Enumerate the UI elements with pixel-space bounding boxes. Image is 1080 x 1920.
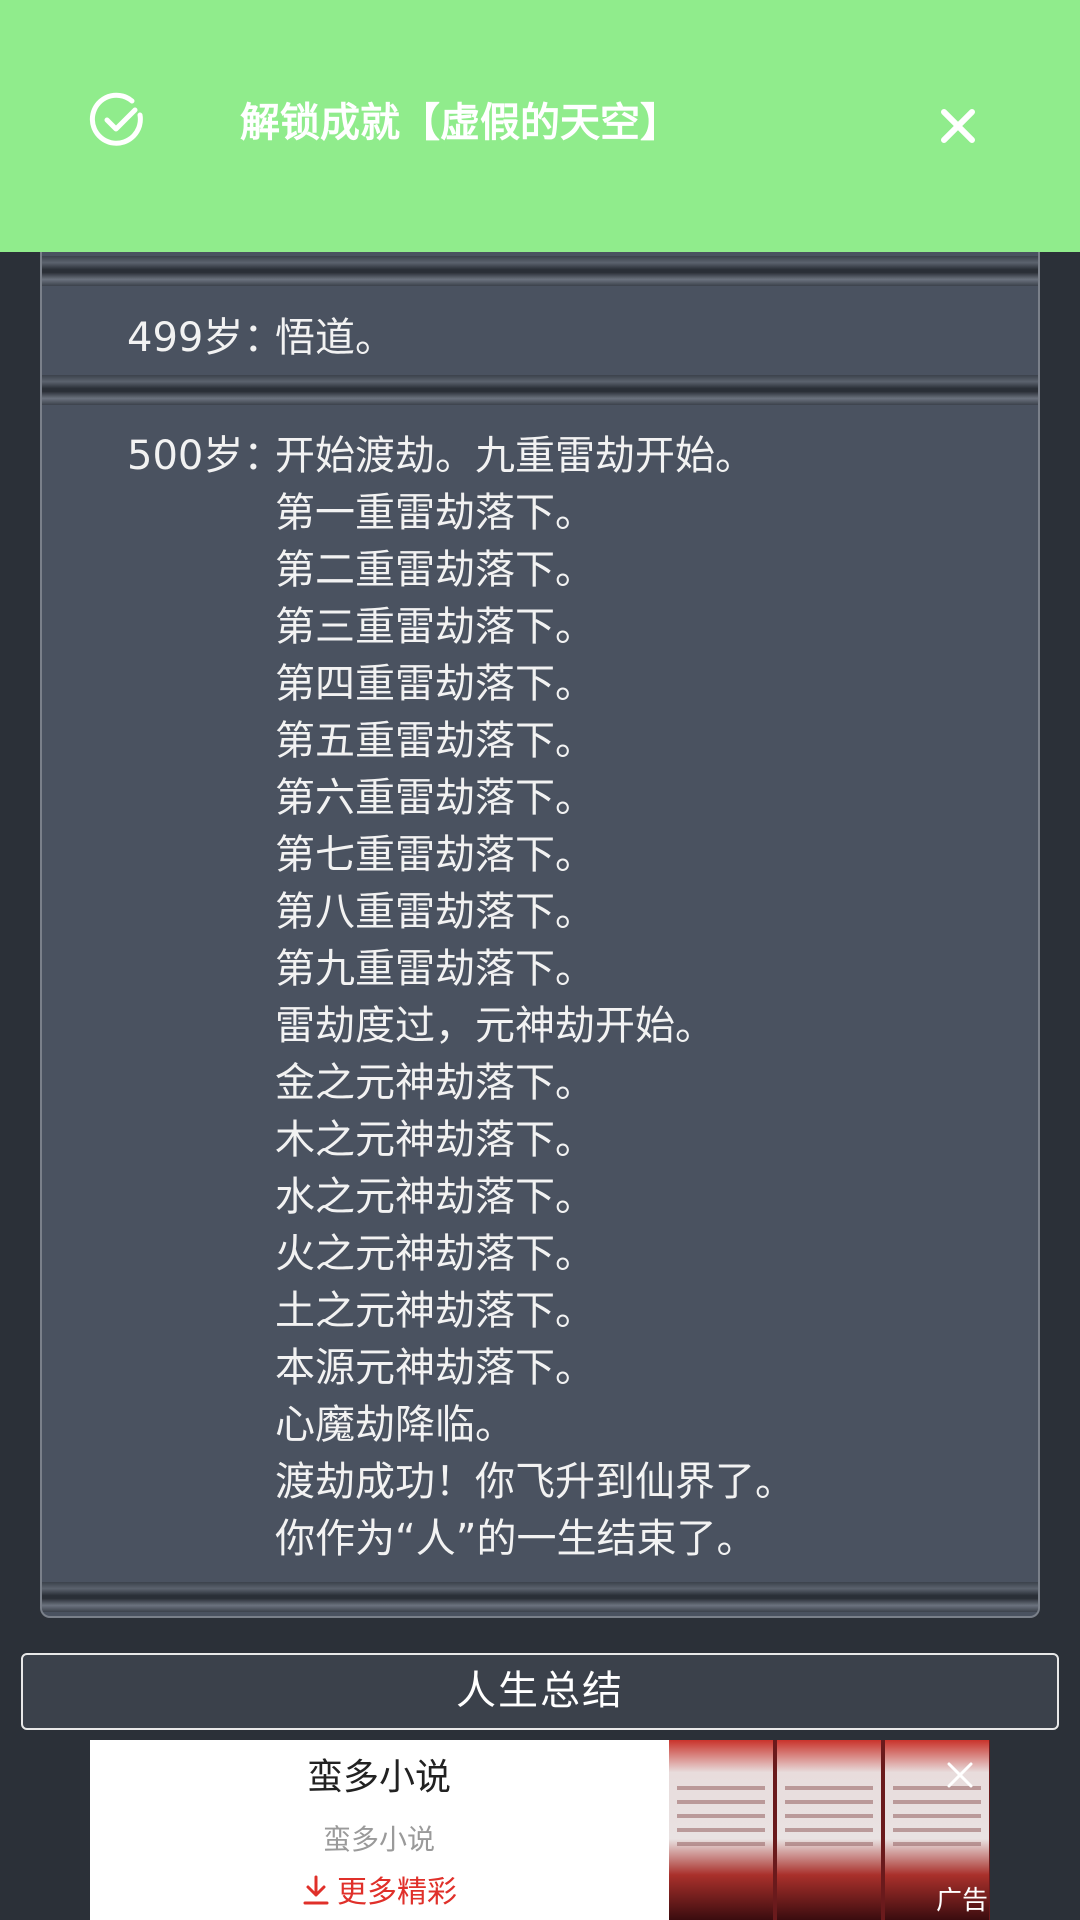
ad-thumbnail <box>777 1740 881 1920</box>
ad-more-link[interactable]: 更多精彩 <box>90 1872 668 1914</box>
entry-line: 第七重雷劫落下。 <box>275 832 595 878</box>
life-log-panel[interactable]: 499岁： 悟道。 500岁： 开始渡劫。九重雷劫开始。 第一重雷劫落下。 第二… <box>40 200 1040 1618</box>
entry-line: 你作为“人”的一生结束了。 <box>275 1516 757 1562</box>
close-icon[interactable] <box>938 106 978 146</box>
ad-banner[interactable]: 蛮多小说 蛮多小说 更多精彩 广告 <box>90 1740 990 1920</box>
check-circle-icon <box>89 92 143 146</box>
ad-subtitle: 蛮多小说 <box>322 1823 435 1856</box>
entry-line: 渡劫成功！你飞升到仙界了。 <box>275 1459 795 1505</box>
ad-thumbnail <box>669 1740 773 1920</box>
log-divider <box>42 1582 1038 1612</box>
entry-age: 499岁： <box>127 315 284 361</box>
entry-line: 本源元神劫落下。 <box>275 1345 595 1391</box>
entry-line: 心魔劫降临。 <box>275 1402 515 1448</box>
entry-line: 雷劫度过，元神劫开始。 <box>275 1003 715 1049</box>
entry-line: 第二重雷劫落下。 <box>275 547 595 593</box>
life-log-screen: 499岁： 悟道。 500岁： 开始渡劫。九重雷劫开始。 第一重雷劫落下。 第二… <box>0 0 1080 1920</box>
entry-line: 木之元神劫落下。 <box>275 1117 595 1163</box>
entry-line: 第九重雷劫落下。 <box>275 946 595 992</box>
entry-line: 第三重雷劫落下。 <box>275 604 595 650</box>
ad-label: 广告 <box>936 1886 989 1916</box>
ad-close-icon[interactable] <box>945 1760 975 1790</box>
entry-age: 500岁： <box>127 433 284 479</box>
log-divider <box>42 256 1038 286</box>
toast-title: 解锁成就【虚假的天空】 <box>240 100 680 146</box>
entry-line: 金之元神劫落下。 <box>275 1060 595 1106</box>
ad-more-label: 更多精彩 <box>337 1875 457 1910</box>
life-summary-button[interactable]: 人生总结 <box>21 1653 1059 1730</box>
entry-line: 第五重雷劫落下。 <box>275 718 595 764</box>
entry-line: 第八重雷劫落下。 <box>275 889 595 935</box>
entry-line: 第四重雷劫落下。 <box>275 661 595 707</box>
download-icon <box>303 1875 329 1905</box>
entry-line: 水之元神劫落下。 <box>275 1174 595 1220</box>
ad-title[interactable]: 蛮多小说 <box>90 1754 668 1802</box>
log-divider <box>42 375 1038 405</box>
entry-line: 火之元神劫落下。 <box>275 1231 595 1277</box>
entry-line: 第六重雷劫落下。 <box>275 775 595 821</box>
achievement-toast[interactable]: 解锁成就【虚假的天空】 <box>0 0 1080 252</box>
entry-line: 开始渡劫。九重雷劫开始。 <box>275 433 755 479</box>
entry-line: 土之元神劫落下。 <box>275 1288 595 1334</box>
entry-line: 悟道。 <box>275 315 395 361</box>
entry-line: 第一重雷劫落下。 <box>275 490 595 536</box>
